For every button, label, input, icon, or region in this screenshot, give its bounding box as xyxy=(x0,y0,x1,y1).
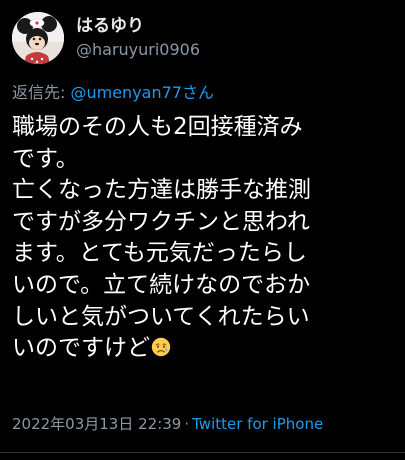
tweet-text-line: 職場のその人も2回接種済み xyxy=(12,114,303,140)
character-avatar-icon xyxy=(12,12,64,64)
tweet-text-line-content: いのですけど xyxy=(12,335,150,362)
reply-prefix: 返信先: xyxy=(12,83,71,102)
tweet-text-line: です。 xyxy=(12,145,79,172)
display-name[interactable]: はるゆり xyxy=(76,15,200,37)
sad-but-relieved-face-icon xyxy=(151,337,171,357)
tweet-text-line-last: いのですけど xyxy=(12,333,400,365)
tweet-text-line: しいと気がついてくれたらい xyxy=(12,303,310,330)
meta-separator: · xyxy=(184,415,190,433)
reply-target-link[interactable]: @umenyan77さん xyxy=(70,83,214,102)
tweet-text-line: ます。とても元気だったらし xyxy=(12,240,307,267)
tweet-timestamp[interactable]: 2022年03月13日 22:39 xyxy=(12,415,181,433)
user-handle[interactable]: @haruyuri0906 xyxy=(76,39,200,61)
reply-to: 返信先: @umenyan77さん xyxy=(12,82,214,104)
tweet-text-line: 亡くなった方達は勝手な推測 xyxy=(12,177,311,204)
tweet-text: 職場のその人も2回接種済み です。 亡くなった方達は勝手な推測 ですが多分ワクチ… xyxy=(12,112,400,365)
tweet-header: はるゆり @haruyuri0906 xyxy=(12,10,200,66)
tweet: はるゆり @haruyuri0906 返信先: @umenyan77さん 職場の… xyxy=(0,0,405,460)
tweet-text-line: ですが多分ワクチンと思われ xyxy=(12,208,310,235)
divider xyxy=(0,452,405,453)
tweet-text-line: いので。立て続けなのでおか xyxy=(12,271,311,298)
user-names: はるゆり @haruyuri0906 xyxy=(76,15,200,61)
tweet-source-link[interactable]: Twitter for iPhone xyxy=(192,415,323,433)
tweet-meta: 2022年03月13日 22:39 · Twitter for iPhone xyxy=(12,414,323,434)
avatar[interactable] xyxy=(12,12,64,64)
